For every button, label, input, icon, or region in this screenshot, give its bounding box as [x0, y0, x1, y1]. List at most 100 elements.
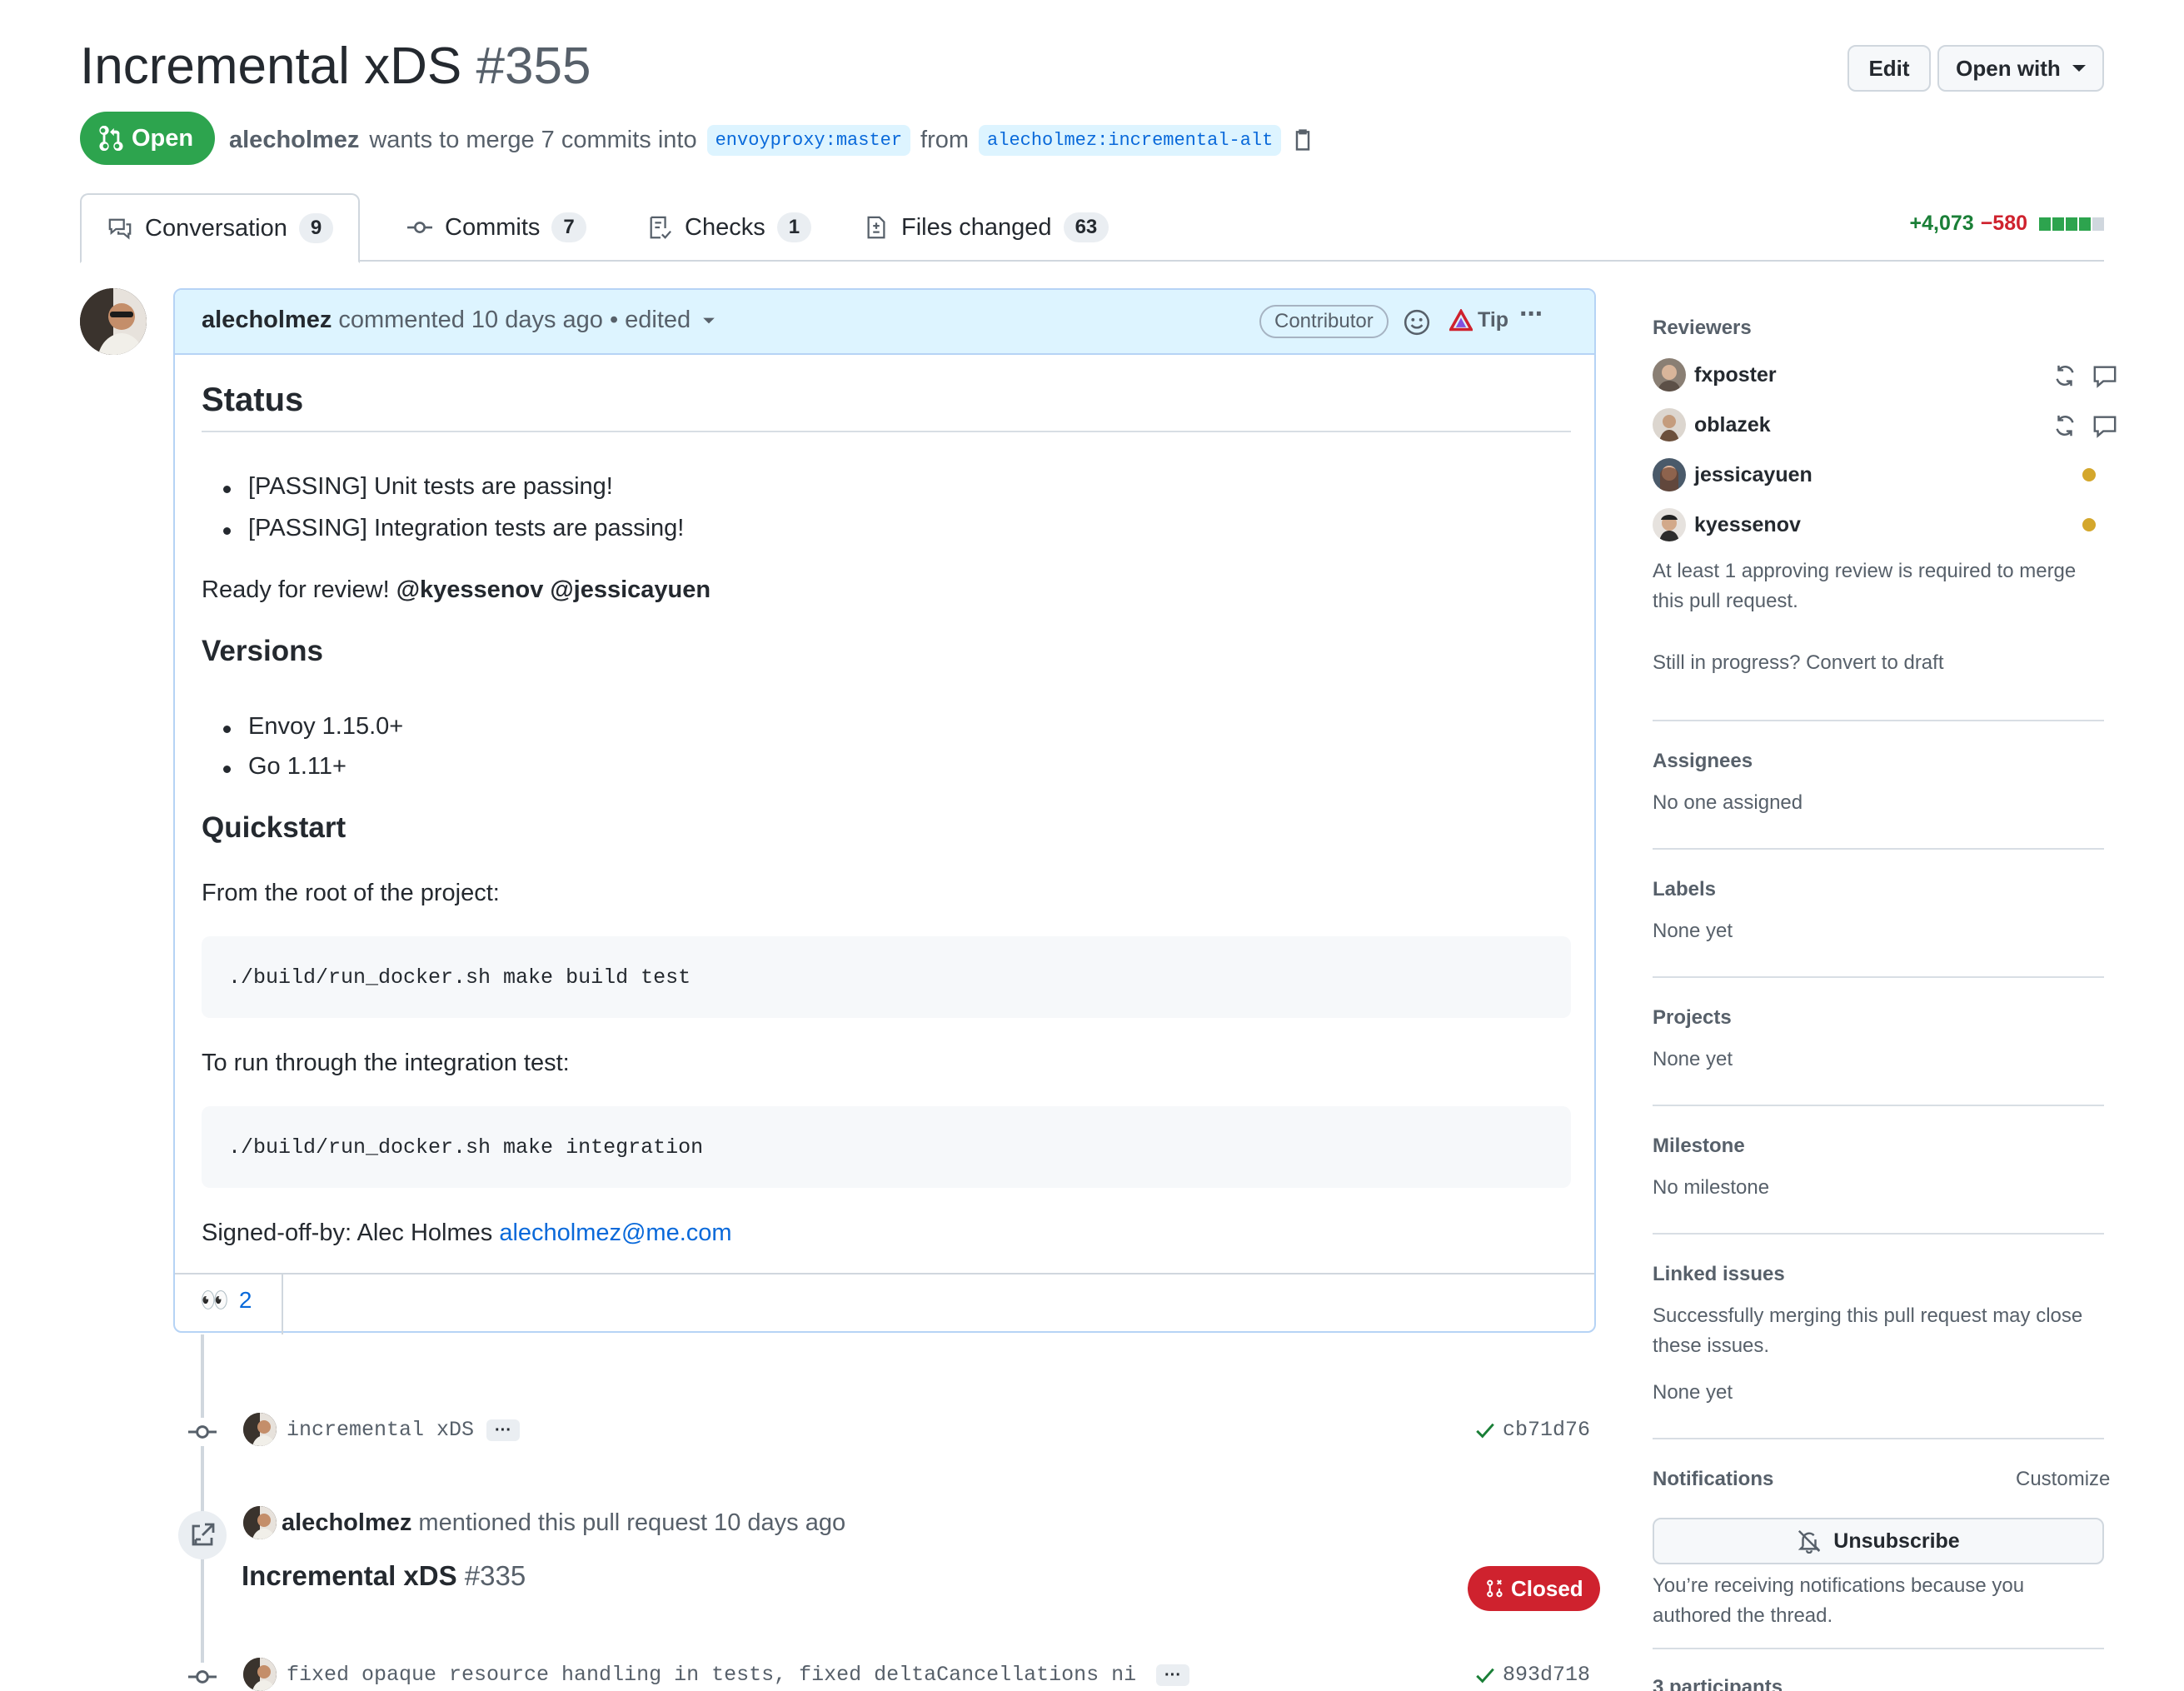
tab-conversation[interactable]: Conversation 9: [80, 193, 361, 263]
tab-label: Conversation: [145, 214, 287, 242]
linked-issues-heading[interactable]: Linked issues: [1653, 1263, 1785, 1286]
base-branch[interactable]: envoyproxy:master: [706, 124, 911, 156]
comment-header-text: alecholmez commented 10 days ago • edite…: [202, 307, 716, 334]
signed-off-paragraph: Signed-off-by: Alec Holmes alecholmez@me…: [202, 1220, 732, 1247]
copy-icon[interactable]: [1291, 127, 1314, 152]
pending-review-indicator: [2082, 518, 2096, 531]
expand-commit-button[interactable]: ···: [1156, 1664, 1189, 1686]
tab-label: Commits: [445, 213, 541, 241]
avatar-image: [80, 288, 147, 355]
closed-state-badge: Closed: [1468, 1566, 1600, 1611]
reviewer-item[interactable]: oblazek: [1653, 408, 1771, 441]
author-avatar[interactable]: [80, 288, 147, 355]
linked-issues-value: None yet: [1653, 1381, 1733, 1404]
commit-sha-text: cb71d76: [1503, 1418, 1591, 1442]
mention-author-link[interactable]: alecholmez: [282, 1509, 411, 1536]
caret-down-icon[interactable]: [703, 317, 715, 323]
eyes-emoji: 👀: [200, 1287, 229, 1313]
sidebar-divider: [1653, 1648, 2104, 1649]
commit-message[interactable]: fixed opaque resource handling in tests,…: [287, 1663, 1136, 1687]
merge-text: wants to merge 7 commits into: [369, 126, 697, 153]
commit-author-avatar[interactable]: [243, 1413, 277, 1446]
mention-author-avatar[interactable]: [243, 1506, 277, 1539]
pr-author-link[interactable]: alecholmez: [229, 127, 359, 154]
cross-reference-icon: [178, 1511, 227, 1559]
projects-value: None yet: [1653, 1048, 1733, 1070]
mentions[interactable]: @kyessenov @jessicayuen: [396, 576, 711, 603]
head-branch[interactable]: alecholmez:incremental-alt: [979, 124, 1282, 156]
open-with-label: Open with: [1956, 55, 2061, 81]
pr-title-text: Incremental xDS: [80, 37, 462, 95]
signed-off-text: Signed-off-by: Alec Holmes: [202, 1220, 493, 1246]
customize-link[interactable]: Customize: [2016, 1464, 2110, 1494]
commit-sha-text: 893d718: [1503, 1663, 1591, 1687]
comment-author-link[interactable]: alecholmez: [202, 307, 332, 334]
open-with-button[interactable]: Open with: [1937, 45, 2104, 92]
avatar-image: [243, 1506, 277, 1539]
reviewer-item[interactable]: kyessenov: [1653, 508, 1801, 541]
milestone-value: No milestone: [1653, 1176, 1770, 1199]
comment-timestamp[interactable]: commented 10 days ago: [338, 307, 603, 334]
tab-commits[interactable]: Commits 7: [381, 193, 611, 262]
caret-down-icon: [2072, 65, 2086, 72]
tip-button[interactable]: Tip: [1449, 308, 1508, 332]
tab-checks[interactable]: Checks 1: [621, 193, 836, 262]
comment-edited-dropdown[interactable]: • edited: [610, 307, 691, 334]
sidebar-divider: [1653, 976, 2104, 978]
reactions-bar: 👀 2: [175, 1273, 1594, 1334]
git-pull-request-closed-icon: [1487, 1579, 1503, 1598]
edit-button[interactable]: Edit: [1847, 45, 1931, 92]
email-link[interactable]: alecholmez@me.com: [499, 1220, 731, 1246]
labels-value: None yet: [1653, 920, 1733, 942]
smiley-icon[interactable]: [1403, 308, 1431, 337]
comment-discussion-icon: [108, 218, 132, 240]
comment-header: alecholmez commented 10 days ago • edite…: [175, 290, 1594, 355]
reviewer-avatar: [1653, 358, 1686, 392]
pr-tabs: Conversation 9 Commits 7 Checks 1 Files …: [80, 193, 2104, 263]
root-paragraph: From the root of the project:: [202, 880, 500, 906]
kebab-menu-icon[interactable]: ···: [1519, 298, 1544, 331]
mention-event: alecholmez mentioned this pull request 1…: [282, 1506, 845, 1539]
labels-heading[interactable]: Labels: [1653, 878, 1716, 901]
convert-to-draft-link[interactable]: Still in progress? Convert to draft: [1653, 648, 1944, 678]
reaction-eyes[interactable]: 👀 2: [200, 1286, 252, 1314]
tab-files-changed[interactable]: Files changed 63: [838, 193, 1134, 262]
referenced-pr-number: #335: [464, 1560, 526, 1591]
sync-icon[interactable]: [2052, 413, 2077, 438]
unsubscribe-button[interactable]: Unsubscribe: [1653, 1518, 2104, 1564]
sidebar-divider: [1653, 720, 2104, 721]
diffstat[interactable]: +4,073 −580: [1910, 212, 2104, 236]
sync-icon[interactable]: [2052, 363, 2077, 388]
code-block-build: ./build/run_docker.sh make build test: [202, 936, 1571, 1018]
reviewer-item[interactable]: fxposter: [1653, 358, 1777, 392]
commit-message[interactable]: incremental xDS: [287, 1418, 474, 1442]
git-commit-icon: [188, 1418, 217, 1446]
reviewer-avatar: [1653, 508, 1686, 541]
assignees-heading[interactable]: Assignees: [1653, 750, 1753, 773]
diffstat-block: [2066, 217, 2077, 231]
commit-author-avatar[interactable]: [243, 1658, 277, 1691]
checklist-icon: [650, 216, 671, 239]
comment-icon[interactable]: [2092, 413, 2117, 438]
reviewer-name: fxposter: [1694, 362, 1777, 387]
reviewers-heading[interactable]: Reviewers: [1653, 317, 1752, 340]
comment-icon[interactable]: [2092, 363, 2117, 388]
heading-versions: Versions: [202, 635, 323, 667]
projects-heading[interactable]: Projects: [1653, 1006, 1732, 1030]
git-commit-icon: [188, 1663, 217, 1691]
mention-text: mentioned this pull request 10 days ago: [418, 1509, 846, 1536]
cross-reference-glyph: [192, 1523, 215, 1546]
pr-meta-line: alecholmez wants to merge 7 commits into…: [229, 120, 1314, 160]
commit-sha[interactable]: 893d718: [1474, 1663, 1590, 1687]
pr-state-badge: Open: [80, 112, 216, 165]
reviewer-item[interactable]: jessicayuen: [1653, 458, 1813, 491]
code-block-integration: ./build/run_docker.sh make integration: [202, 1106, 1571, 1188]
commit-sha[interactable]: cb71d76: [1474, 1418, 1590, 1442]
referenced-pr-link[interactable]: Incremental xDS #335: [242, 1556, 526, 1596]
milestone-heading[interactable]: Milestone: [1653, 1135, 1745, 1158]
reviewer-name: kyessenov: [1694, 512, 1801, 536]
pr-title: Incremental xDS #355: [80, 35, 591, 98]
expand-commit-button[interactable]: ···: [486, 1419, 520, 1441]
reviewer-name: oblazek: [1694, 412, 1771, 436]
pr-number: #355: [476, 37, 591, 95]
